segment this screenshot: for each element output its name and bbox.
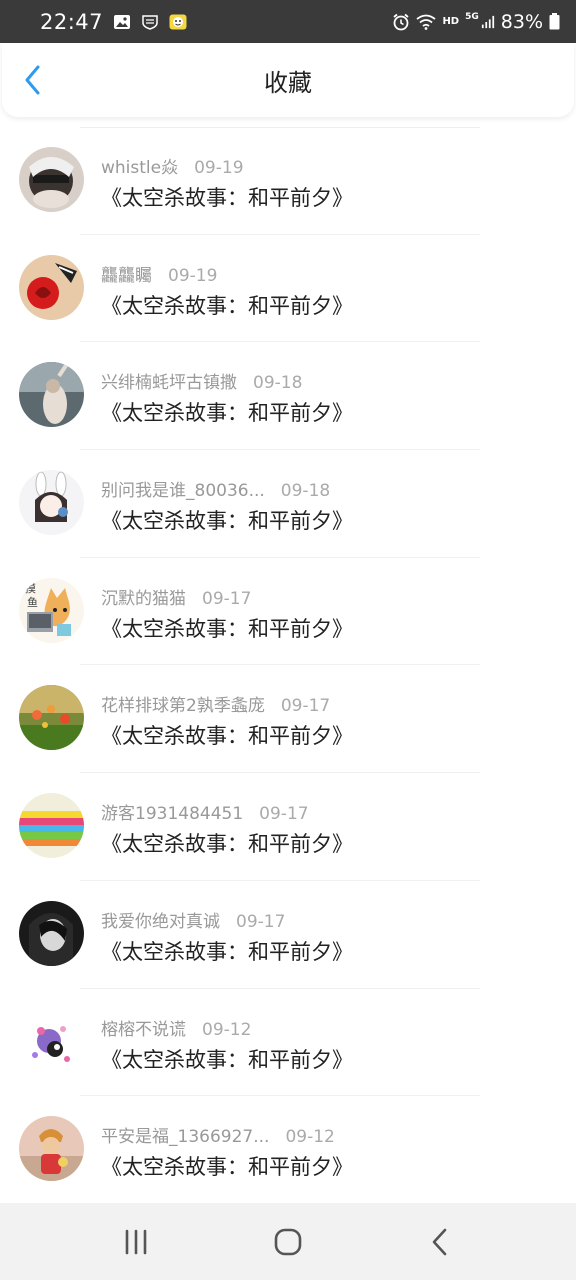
item-title[interactable]: 《太空杀故事：和平前夕》 bbox=[101, 290, 353, 320]
user-name[interactable]: 花样排球第2孰季螽庞 bbox=[101, 696, 265, 716]
item-title[interactable]: 《太空杀故事：和平前夕》 bbox=[101, 1151, 353, 1181]
item-date: 09-17 bbox=[259, 804, 309, 825]
user-name[interactable]: whistle焱 bbox=[101, 158, 178, 178]
item-meta: 花样排球第2孰季螽庞 09-17 bbox=[101, 691, 330, 716]
item-title[interactable]: 《太空杀故事：和平前夕》 bbox=[101, 613, 353, 643]
back-icon bbox=[432, 1228, 447, 1255]
battery-icon bbox=[549, 13, 560, 30]
item-meta: 别问我是谁_80036... 09-18 bbox=[101, 476, 330, 501]
item-meta: 榕榕不说谎 09-12 bbox=[101, 1015, 251, 1040]
user-name[interactable]: 沉默的猫猫 bbox=[101, 589, 186, 609]
item-meta: 游客1931484451 09-17 bbox=[101, 799, 309, 824]
user-name[interactable]: 我爱你绝对真诚 bbox=[101, 912, 220, 932]
list-item[interactable]: 我爱你绝对真诚 09-17 《太空杀故事：和平前夕》 bbox=[0, 881, 576, 989]
avatar[interactable] bbox=[19, 685, 84, 751]
item-meta: 平安是福_1366927... 09-12 bbox=[101, 1122, 335, 1147]
gallery-icon bbox=[114, 14, 131, 29]
item-title[interactable]: 《太空杀故事：和平前夕》 bbox=[101, 182, 353, 212]
status-right: HD 5G 83% bbox=[392, 11, 560, 33]
item-meta: 沉默的猫猫 09-17 bbox=[101, 584, 251, 609]
status-time: 22:47 bbox=[40, 9, 104, 34]
avatar[interactable] bbox=[19, 147, 84, 212]
item-title[interactable]: 《太空杀故事：和平前夕》 bbox=[101, 828, 353, 858]
chevron-left-icon bbox=[25, 65, 40, 95]
item-title[interactable]: 《太空杀故事：和平前夕》 bbox=[101, 505, 353, 535]
avatar[interactable]: 摸鱼 bbox=[19, 577, 84, 643]
avatar[interactable] bbox=[19, 470, 84, 536]
item-date: 09-18 bbox=[280, 481, 331, 502]
item-title[interactable]: 《太空杀故事：和平前夕》 bbox=[101, 936, 353, 966]
system-back-button[interactable] bbox=[420, 1222, 460, 1262]
battery-percent: 83% bbox=[500, 10, 543, 33]
list-item[interactable]: 平安是福_1366927... 09-12 《太空杀故事：和平前夕》 bbox=[0, 1096, 576, 1204]
item-date: 09-17 bbox=[202, 588, 252, 609]
recent-apps-icon bbox=[125, 1229, 147, 1254]
item-date: 09-17 bbox=[236, 911, 286, 932]
back-button[interactable] bbox=[16, 63, 50, 97]
app-face-icon bbox=[169, 14, 187, 29]
list-item[interactable]: 别问我是谁_80036... 09-18 《太空杀故事：和平前夕》 bbox=[0, 450, 576, 558]
list-item[interactable]: 游客1931484451 09-17 《太空杀故事：和平前夕》 bbox=[0, 773, 576, 881]
system-nav-bar bbox=[0, 1203, 576, 1280]
item-date: 09-19 bbox=[168, 265, 218, 286]
item-title[interactable]: 《太空杀故事：和平前夕》 bbox=[101, 1044, 353, 1074]
status-left: 22:47 bbox=[40, 10, 187, 34]
item-date: 09-12 bbox=[202, 1019, 252, 1040]
list-item[interactable]: 摸鱼 沉默的猫猫 09-17 《太空杀故事：和平前夕》 bbox=[0, 558, 576, 666]
item-date: 09-19 bbox=[194, 158, 244, 178]
wifi-icon bbox=[416, 14, 436, 30]
user-name[interactable]: 别问我是谁_80036... bbox=[101, 481, 265, 501]
hd-label: HD bbox=[442, 16, 460, 27]
user-name[interactable]: 游客1931484451 bbox=[101, 804, 243, 824]
item-meta: 兴绯楠蚝坪古镇撒 09-18 bbox=[101, 368, 302, 393]
item-date: 09-17 bbox=[280, 696, 331, 717]
list-item[interactable]: 花样排球第2孰季螽庞 09-17 《太空杀故事：和平前夕》 bbox=[0, 665, 576, 774]
item-title[interactable]: 《太空杀故事：和平前夕》 bbox=[101, 397, 353, 427]
user-name[interactable]: 榕榕不说谎 bbox=[101, 1020, 186, 1040]
user-name[interactable]: 龘龘矚 bbox=[101, 266, 152, 286]
svg-text:鱼: 鱼 bbox=[27, 595, 38, 609]
list-item[interactable]: 兴绯楠蚝坪古镇撒 09-18 《太空杀故事：和平前夕》 bbox=[0, 342, 576, 451]
item-date: 09-12 bbox=[285, 1127, 335, 1148]
signal-icon bbox=[481, 15, 494, 28]
item-meta: 我爱你绝对真诚 09-17 bbox=[101, 907, 285, 932]
favorites-list: whistle焱 09-19 《太空杀故事：和平前夕》 龘龘矚 09-19 《太空杀… bbox=[0, 127, 576, 1204]
list-item[interactable]: 榕榕不说谎 09-12 《太空杀故事：和平前夕》 bbox=[0, 989, 576, 1097]
home-button[interactable] bbox=[268, 1222, 308, 1262]
avatar[interactable] bbox=[19, 793, 84, 859]
avatar[interactable] bbox=[19, 362, 84, 428]
item-title[interactable]: 《太空杀故事：和平前夕》 bbox=[101, 720, 353, 750]
status-bar: 22:47 HD 5G 83% bbox=[0, 0, 576, 43]
header: 收藏 bbox=[2, 43, 574, 117]
avatar[interactable] bbox=[19, 1008, 84, 1074]
home-icon bbox=[274, 1228, 302, 1255]
item-meta: 龘龘矚 09-19 bbox=[101, 261, 217, 286]
recent-apps-button[interactable] bbox=[116, 1222, 156, 1262]
list-item[interactable]: whistle焱 09-19 《太空杀故事：和平前夕》 bbox=[0, 127, 576, 235]
avatar[interactable] bbox=[19, 254, 84, 320]
alarm-icon bbox=[393, 13, 410, 30]
avatar[interactable] bbox=[19, 900, 84, 966]
svg-text:摸: 摸 bbox=[25, 582, 36, 595]
page-title: 收藏 bbox=[264, 68, 312, 97]
network-label: 5G bbox=[465, 11, 479, 22]
item-meta: whistle焱 09-19 bbox=[101, 153, 244, 178]
user-name[interactable]: 平安是福_1366927... bbox=[101, 1127, 269, 1147]
list-item[interactable]: 龘龘矚 09-19 《太空杀故事：和平前夕》 bbox=[0, 235, 576, 343]
user-name[interactable]: 兴绯楠蚝坪古镇撒 bbox=[101, 373, 237, 393]
shield-icon bbox=[142, 14, 158, 30]
avatar[interactable] bbox=[19, 1116, 84, 1182]
item-date: 09-18 bbox=[253, 373, 303, 394]
